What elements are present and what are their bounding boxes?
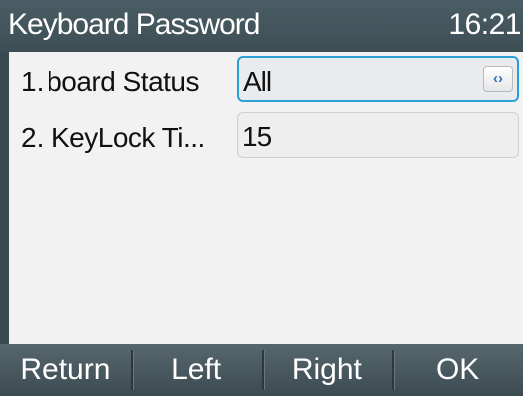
page-title: Keyboard Password bbox=[8, 8, 260, 41]
list-item-keylock-time[interactable]: 2. KeyLock Ti... 15 bbox=[9, 112, 523, 162]
select-value: All bbox=[243, 66, 272, 97]
settings-list: 1. Keyboard Status All ‹› 2. KeyLock Ti.… bbox=[9, 52, 523, 344]
title-bar: Keyboard Password 16:21 bbox=[0, 0, 523, 52]
item-index: 1. bbox=[21, 66, 45, 97]
softkey-bar: Return Left Right OK bbox=[0, 344, 523, 396]
item-index: 2. bbox=[21, 122, 45, 153]
item-label: KeyLock Ti... bbox=[51, 122, 205, 153]
input-value: 15 bbox=[242, 121, 272, 152]
switch-arrows-icon[interactable]: ‹› bbox=[483, 66, 513, 92]
item-label: Keyboard Status bbox=[49, 66, 199, 97]
clock: 16:21 bbox=[448, 8, 521, 41]
ok-softkey[interactable]: OK bbox=[392, 344, 523, 396]
keyboard-status-select[interactable]: All ‹› bbox=[237, 56, 519, 102]
return-softkey[interactable]: Return bbox=[0, 344, 131, 396]
keylock-time-input[interactable]: 15 bbox=[237, 112, 519, 158]
left-softkey[interactable]: Left bbox=[130, 344, 262, 396]
list-item-keyboard-status[interactable]: 1. Keyboard Status All ‹› bbox=[9, 56, 523, 106]
right-softkey[interactable]: Right bbox=[261, 344, 393, 396]
